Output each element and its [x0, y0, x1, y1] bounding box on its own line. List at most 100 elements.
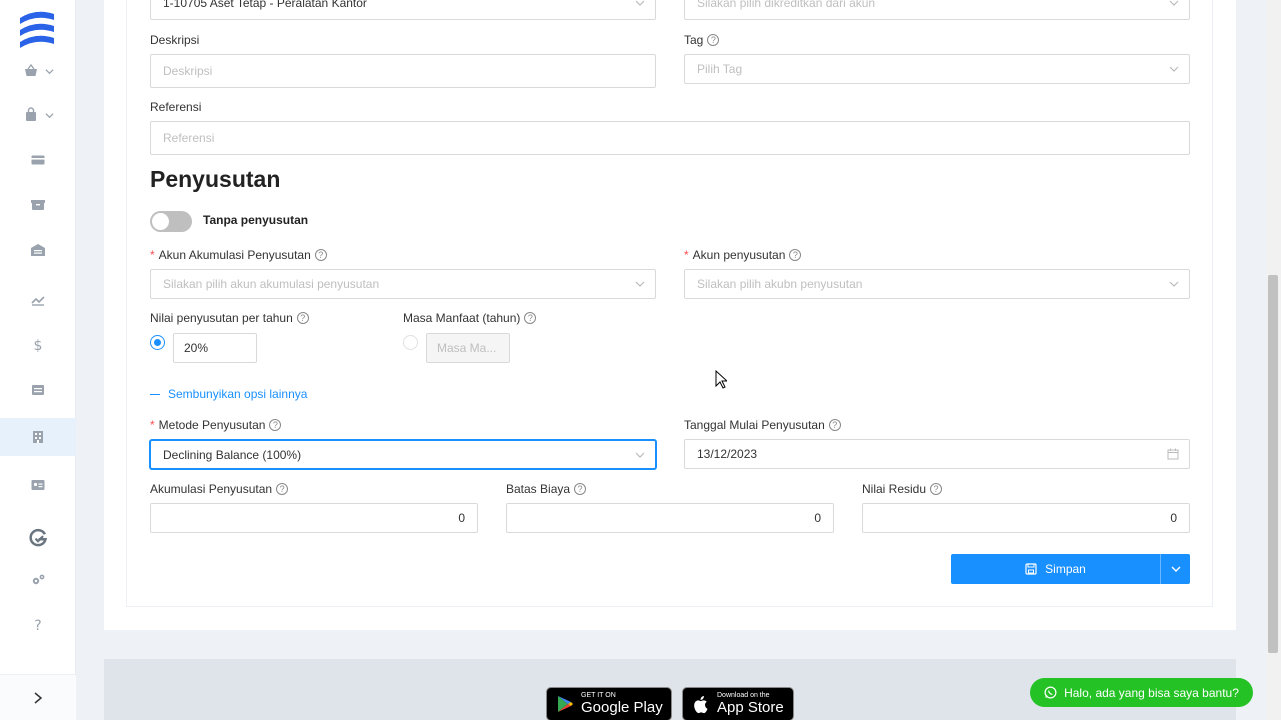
useful-life-input[interactable]: Masa Ma... [426, 333, 510, 363]
google-big-text: Google Play [581, 699, 663, 716]
calendar-icon [1167, 448, 1179, 460]
cost-limit-value: 0 [814, 511, 821, 525]
sidebar-item-purchases[interactable] [0, 96, 76, 134]
section-title-depreciation: Penyusutan [150, 166, 281, 192]
start-date-value: 13/12/2023 [697, 447, 758, 461]
chevron-down-icon [1169, 281, 1179, 287]
id-card-icon [31, 480, 45, 490]
help-icon[interactable]: ? [574, 483, 587, 495]
toggle-knob [152, 213, 169, 230]
accum-account-select[interactable]: Silakan pilih akun akumulasi penyusutan [150, 269, 656, 299]
box-icon [31, 200, 45, 210]
google-play-icon [558, 696, 573, 712]
google-play-badge[interactable]: GET IT ON Google Play [546, 687, 672, 720]
whatsapp-chat-button[interactable]: Halo, ada yang bisa saya bantu? [1030, 678, 1253, 707]
description-placeholder: Deskripsi [163, 64, 213, 78]
residual-label: Nilai Residu? [862, 482, 943, 496]
yearly-value-radio[interactable] [150, 335, 165, 350]
tag-placeholder: Pilih Tag [697, 62, 743, 76]
sidebar-item-expenses[interactable] [0, 141, 76, 179]
page-scrollbar[interactable] [1266, 0, 1281, 720]
help-icon[interactable]: ? [524, 312, 537, 324]
yearly-value-input[interactable]: 20% [173, 333, 257, 363]
mouse-cursor-icon [715, 370, 727, 389]
accum-account-label: * Akun Akumulasi Penyusutan? [150, 248, 327, 262]
asset-account-select[interactable]: 1-10705 Aset Tetap - Peralatan Kantor [150, 0, 656, 20]
useful-life-radio[interactable] [403, 335, 418, 350]
help-icon[interactable]: ? [276, 483, 289, 495]
chart-line-icon [31, 296, 45, 306]
no-depreciation-toggle[interactable] [150, 211, 192, 232]
svg-text:$: $ [34, 338, 43, 353]
dep-account-select[interactable]: Silakan pilih akubn penyusutan [684, 269, 1190, 299]
g-logo-icon [29, 528, 48, 547]
help-icon[interactable]: ? [828, 419, 841, 431]
building-icon [33, 431, 43, 443]
apple-icon [694, 696, 708, 714]
cost-limit-input[interactable]: 0 [506, 503, 834, 533]
chevron-down-icon [635, 0, 645, 6]
dep-account-label: * Akun penyusutan? [684, 248, 802, 262]
sidebar-expand-button[interactable] [0, 674, 76, 720]
sidebar-item-products[interactable] [0, 186, 76, 224]
radio-dot [154, 339, 161, 346]
help-icon[interactable]: ? [930, 483, 943, 495]
help-icon[interactable]: ? [314, 249, 327, 261]
app-logo[interactable] [16, 6, 58, 54]
gears-icon [32, 574, 45, 585]
residual-value: 0 [1170, 511, 1177, 525]
list-icon [32, 385, 44, 395]
accumulated-label: Akumulasi Penyusutan? [150, 482, 289, 496]
dep-account-placeholder: Silakan pilih akubn penyusutan [697, 277, 863, 291]
sidebar-item-integrations[interactable] [0, 519, 76, 557]
description-input[interactable]: Deskripsi [150, 54, 656, 88]
sidebar-item-fixed-assets[interactable] [0, 418, 76, 456]
floppy-disk-icon [1025, 563, 1037, 575]
start-date-picker[interactable]: 13/12/2023 [684, 439, 1190, 469]
whatsapp-icon [1044, 686, 1057, 699]
apple-big-text: App Store [717, 699, 784, 716]
save-button[interactable]: Simpan [951, 554, 1160, 584]
warehouse-icon [31, 244, 45, 256]
sidebar-item-inventory[interactable] [0, 231, 76, 269]
chevron-right-icon [34, 691, 43, 704]
minus-icon [150, 393, 160, 395]
chevron-down-icon [1169, 0, 1179, 6]
residual-input[interactable]: 0 [862, 503, 1190, 533]
hide-options-link[interactable]: Sembunyikan opsi lainnya [150, 387, 307, 401]
scrollbar-thumb[interactable] [1268, 275, 1278, 653]
reference-placeholder: Referensi [163, 131, 215, 145]
sidebar: $ ? [0, 0, 76, 720]
shopping-bag-icon [25, 107, 36, 121]
credit-account-placeholder: Silakan pilih dikreditkan dari akun [697, 0, 876, 10]
help-icon[interactable]: ? [269, 419, 282, 431]
sidebar-item-contacts[interactable] [0, 466, 76, 504]
sidebar-item-accounts[interactable] [0, 371, 76, 409]
sidebar-item-help[interactable]: ? [0, 606, 76, 644]
tag-select[interactable]: Pilih Tag [684, 54, 1190, 84]
accumulated-input[interactable]: 0 [150, 503, 478, 533]
save-options-dropdown[interactable] [1160, 554, 1190, 584]
app-store-badge[interactable]: Download on the App Store [682, 687, 794, 720]
sidebar-item-sales[interactable] [0, 52, 76, 90]
reference-label: Referensi [150, 100, 202, 114]
method-select[interactable]: Declining Balance (100%) [150, 440, 656, 469]
sidebar-item-cash-bank[interactable]: $ [0, 326, 76, 364]
method-value: Declining Balance (100%) [163, 447, 302, 462]
help-icon[interactable]: ? [789, 249, 802, 261]
start-date-label: Tanggal Mulai Penyusutan? [684, 418, 841, 432]
help-icon[interactable]: ? [296, 312, 309, 324]
sidebar-item-reports[interactable] [0, 281, 76, 319]
cost-limit-label: Batas Biaya? [506, 482, 587, 496]
chevron-down-icon [44, 112, 54, 118]
help-icon[interactable]: ? [707, 34, 720, 46]
dollar-icon: $ [34, 338, 43, 353]
chevron-down-icon [1169, 66, 1179, 72]
reference-input[interactable]: Referensi [150, 121, 1190, 155]
description-label: Deskripsi [150, 33, 200, 47]
credit-account-select[interactable]: Silakan pilih dikreditkan dari akun [684, 0, 1190, 20]
accumulated-value: 0 [458, 511, 465, 525]
no-depreciation-label: Tanpa penyusutan [203, 213, 309, 227]
sidebar-item-settings[interactable] [0, 561, 76, 599]
useful-life-placeholder: Masa Ma... [437, 341, 497, 355]
